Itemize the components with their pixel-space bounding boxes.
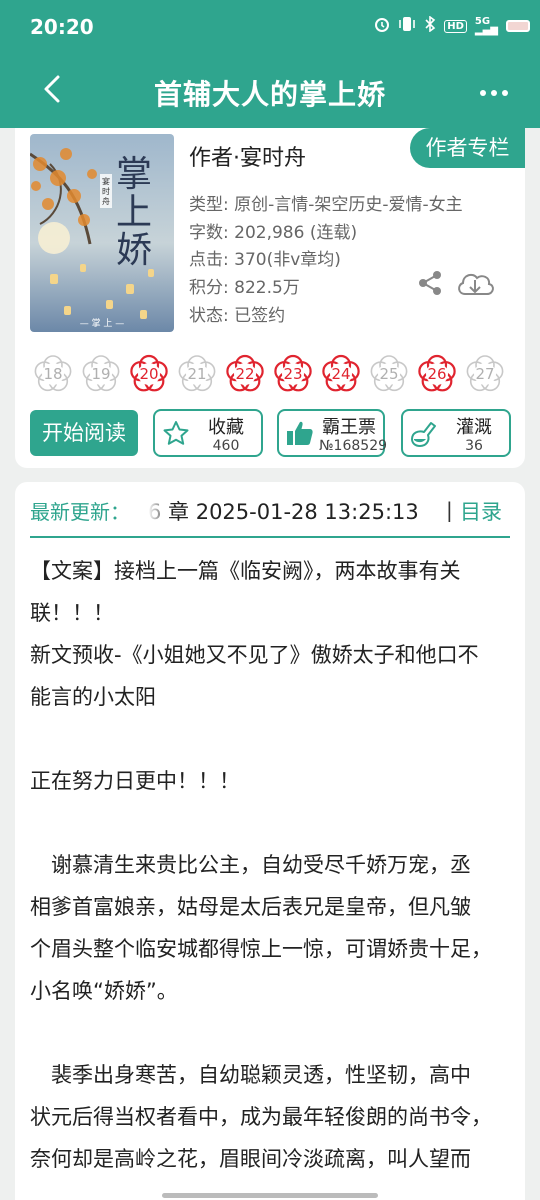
synopsis-line: 谢慕清生来贵比公主，自幼受尽千娇万宠，丞 (30, 853, 471, 877)
status-bar: 20:20 HD 5G ▂▄▆ (0, 0, 540, 56)
status-icons: HD 5G ▂▄▆ (374, 15, 530, 36)
synopsis-line: 联！！！ (30, 601, 114, 625)
book-cover-art: 掌 上 娇 宴 时 舟 — 掌 上 — (30, 134, 174, 332)
chapter-flower[interactable]: 25 (369, 354, 409, 394)
chapter-flower-label: 23 (283, 365, 303, 383)
chapter-flower[interactable]: 22 (225, 354, 265, 394)
irrigate-count: 36 (465, 438, 483, 454)
synopsis-line: 奈何却是高岭之花，眉眼间冷淡疏离，叫人望而 (30, 1147, 471, 1171)
irrigate-button[interactable]: 灌溉 36 (401, 409, 511, 457)
author-column-button[interactable]: 作者专栏 (410, 128, 525, 168)
cloud-download-icon[interactable] (455, 268, 495, 304)
cover-title-char: 掌 (116, 154, 152, 195)
home-indicator[interactable] (162, 1193, 378, 1198)
book-info-card: 掌 上 娇 宴 时 舟 — 掌 上 — 作者·宴时舟 作者专栏 类型: 原创-言… (15, 128, 525, 468)
favorite-label: 收藏 (208, 417, 244, 438)
battery-icon (506, 20, 530, 32)
share-icon[interactable] (417, 270, 443, 300)
chapter-flower[interactable]: 24 (321, 354, 361, 394)
start-reading-button[interactable]: 开始阅读 (30, 410, 138, 456)
synopsis-line: 【文案】接档上一篇《临安阙》，两本故事有关 (30, 559, 461, 583)
synopsis-line: 状元后得当权者看中，成为最年轻俊朗的尚书令， (30, 1105, 492, 1129)
synopsis-line: 正在努力日更中！！！ (30, 769, 240, 793)
chapter-flower[interactable]: 20 (129, 354, 169, 394)
book-clicks: 点击: 370(非v章均) (189, 250, 341, 270)
book-cover[interactable]: 掌 上 娇 宴 时 舟 — 掌 上 — (30, 134, 174, 332)
synopsis-line: 裴季出身寒苦，自幼聪颖灵透，性坚韧，高中 (30, 1063, 471, 1087)
irrigate-label: 灌溉 (456, 417, 492, 438)
chapter-flower[interactable]: 26 (417, 354, 457, 394)
dot-icon (480, 90, 486, 96)
cover-author-char: 舟 (102, 196, 110, 206)
chapter-flower[interactable]: 23 (273, 354, 313, 394)
page-title: 首辅大人的掌上娇 (153, 78, 386, 111)
overlord-ticket-label: 霸王票 (322, 417, 376, 438)
cover-title-char: 娇 (116, 230, 152, 271)
bluetooth-icon (424, 15, 436, 36)
chapter-flower-label: 26 (427, 365, 447, 383)
overlord-ticket-button[interactable]: 霸王票 №168529 (277, 409, 388, 457)
synopsis-line (30, 1012, 514, 1054)
signal-icon: 5G ▂▄▆ (474, 16, 498, 36)
chapter-flower[interactable]: 18 (33, 354, 73, 394)
synopsis-line: 新文预收-《小姐她又不见了》傲娇太子和他口不 (30, 643, 479, 667)
chapter-flower-label: 27 (475, 365, 495, 383)
alarm-icon (374, 16, 390, 36)
more-options-button[interactable] (472, 78, 516, 108)
favorite-count: 460 (212, 438, 240, 454)
favorite-button[interactable]: 收藏 460 (153, 409, 263, 457)
flask-icon (409, 417, 439, 453)
book-synopsis: 【文案】接档上一篇《临安阙》，两本故事有关 联！！！ 新文预收-《小姐她又不见了… (30, 550, 514, 1180)
status-time: 20:20 (30, 15, 94, 39)
latest-separator: | (446, 498, 453, 522)
dot-icon (502, 90, 508, 96)
latest-chapter-link[interactable]: 6 章 2025-01-28 13:25:13 (148, 496, 438, 526)
hd-badge: HD (444, 19, 467, 33)
overlord-ticket-count: №168529 (319, 438, 388, 454)
thumbs-up-icon (285, 417, 315, 453)
synopsis-line (30, 718, 514, 760)
dot-icon (491, 90, 497, 96)
app-bar: 首辅大人的掌上娇 (0, 56, 540, 128)
chapter-flower-label: 20 (139, 365, 159, 383)
chapter-flower-label: 18 (43, 365, 63, 383)
chapter-flower-label: 22 (235, 365, 255, 383)
book-genre: 类型: 原创-言情-架空历史-爱情-女主 (189, 195, 463, 215)
catalog-link[interactable]: 目录 (460, 496, 502, 526)
cover-author-char: 宴 (102, 176, 110, 186)
chapter-flower-label: 21 (187, 365, 207, 383)
divider (30, 536, 510, 538)
synopsis-line: 个眉头整个临安城都得惊上一惊，可谓娇贵十足， (30, 937, 492, 961)
book-score: 积分: 822.5万 (189, 278, 300, 298)
cover-caption: — 掌 上 — (80, 318, 125, 329)
synopsis-line: 能言的小太阳 (30, 685, 156, 709)
chapter-flower-label: 19 (91, 365, 111, 383)
author-name[interactable]: 作者·宴时舟 (189, 140, 306, 172)
book-content-card: 最新更新： 6 章 2025-01-28 13:25:13 | 目录 【文案】接… (15, 482, 525, 1200)
chapter-flower[interactable]: 27 (465, 354, 505, 394)
book-word-count: 字数: 202,986 (连载) (189, 223, 358, 243)
network-label: 5G (474, 16, 491, 27)
synopsis-line: 相爹首富娘亲，姑母是太后表兄是皇帝，但凡皱 (30, 895, 471, 919)
cover-author-char: 时 (102, 186, 110, 196)
book-status: 状态: 已签约 (189, 306, 286, 326)
chapter-flower[interactable]: 21 (177, 354, 217, 394)
cover-title-char: 上 (116, 192, 152, 233)
chapter-flower[interactable]: 19 (81, 354, 121, 394)
latest-update-row: 最新更新： 6 章 2025-01-28 13:25:13 | 目录 (30, 496, 510, 528)
chapter-flower-label: 24 (331, 365, 351, 383)
star-icon (161, 417, 191, 453)
chapter-flower-label: 25 (379, 365, 399, 383)
synopsis-line (30, 802, 514, 844)
chapter-flower-row: 18 19 20 21 22 23 24 25 26 27 (33, 354, 525, 398)
synopsis-line: 小名唤“娇娇”。 (30, 979, 178, 1003)
vibrate-icon (398, 16, 416, 36)
latest-update-label: 最新更新： (30, 500, 130, 524)
